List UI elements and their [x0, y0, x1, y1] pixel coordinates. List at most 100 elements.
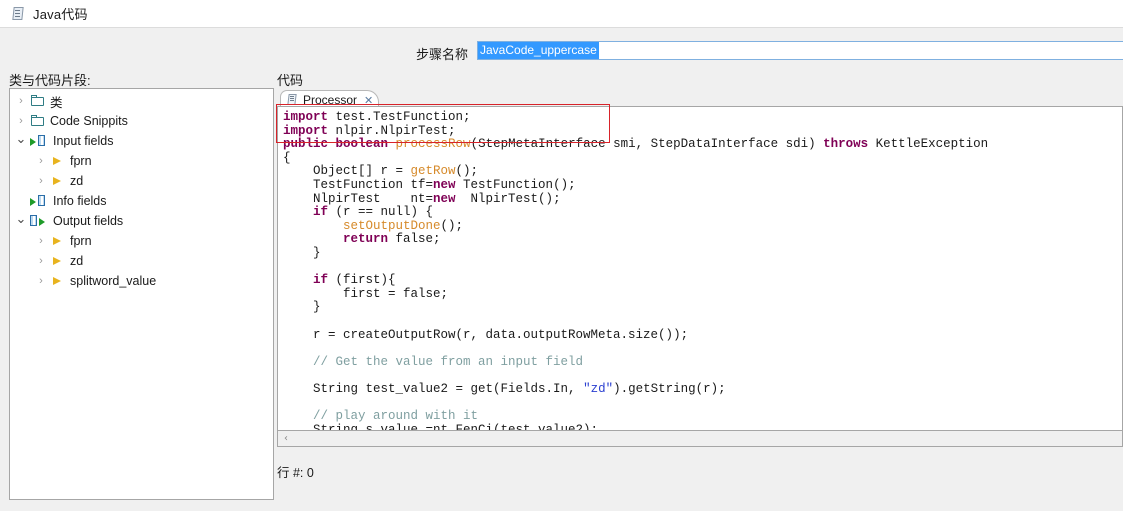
chevron-right-icon[interactable]: › [32, 255, 50, 267]
code-token: false; [388, 232, 441, 247]
code-token: new [433, 191, 456, 206]
window-titlebar: Java代码 [0, 0, 1123, 28]
code-token: (first){ [328, 273, 396, 288]
code-token: return [343, 232, 389, 247]
tree-item-splitword_value[interactable]: › splitword_value [10, 271, 273, 291]
tab-processor-label: Processor [303, 93, 358, 107]
code-editor-area[interactable]: import test.TestFunction; import nlpir.N… [277, 106, 1123, 431]
editor-horizontal-scrollbar[interactable]: ‹ [277, 431, 1123, 447]
classes-snippets-label: 类与代码片段: [9, 73, 91, 88]
chevron-right-icon[interactable]: › [12, 95, 30, 107]
code-token: test.TestFunction; [328, 110, 471, 124]
tree-item--[interactable]: › 类 [10, 91, 273, 111]
field-icon [50, 234, 66, 248]
field-icon [50, 174, 66, 188]
folder-icon [30, 94, 46, 108]
chevron-right-icon[interactable]: › [32, 275, 50, 287]
twisty-placeholder: › [12, 195, 30, 207]
code-token: (); [455, 164, 479, 179]
code-token: ).getString(r); [613, 381, 726, 396]
chevron-right-icon[interactable]: › [12, 115, 30, 127]
code-token: // play around with it [313, 409, 479, 424]
chevron-down-icon[interactable]: ⌄ [12, 131, 30, 147]
code-token: first = false; [283, 286, 449, 301]
code-token: (); [440, 218, 464, 233]
scrollbar-track[interactable] [294, 432, 1122, 446]
code-token: (StepMetaInterface smi, StepDataInterfac… [470, 137, 824, 152]
chevron-right-icon[interactable]: › [32, 155, 50, 167]
code-token: } [283, 245, 321, 260]
input-fields-icon [30, 134, 49, 148]
code-token: TestFunction tf= [283, 177, 434, 192]
tree-item-label: Code Snippits [50, 114, 128, 128]
scroll-left-icon[interactable]: ‹ [278, 432, 294, 446]
window-title: Java代码 [33, 7, 88, 22]
code-token: NlpirTest(); [455, 191, 561, 206]
field-icon [50, 154, 66, 168]
tree-item-label: zd [70, 254, 84, 268]
java-code-dialog: Java代码 步骤名称 JavaCode_uppercase 类与代码片段: 代… [0, 0, 1123, 511]
input-fields-icon [30, 194, 49, 208]
tree-item-fprn[interactable]: › fprn [10, 231, 273, 251]
chevron-right-icon[interactable]: › [32, 235, 50, 247]
code-token: import [283, 123, 329, 138]
close-icon[interactable]: ✕ [364, 95, 373, 106]
tree-item-output-fields[interactable]: ⌄ Output fields [10, 211, 273, 231]
editor-tabstrip: Processor ✕ [277, 88, 1123, 109]
code-token: String s_value =nt.FenCi(test_value2); [283, 422, 599, 431]
output-fields-icon [30, 214, 49, 228]
processor-file-icon [287, 94, 298, 106]
code-token: { [283, 150, 291, 165]
code-token: public boolean [283, 137, 389, 152]
tree-item-label: splitword_value [70, 274, 157, 288]
code-token: new [433, 177, 456, 192]
code-token: NlpirTest nt= [283, 191, 434, 206]
chevron-right-icon[interactable]: › [32, 175, 50, 187]
field-icon [50, 254, 66, 268]
chevron-down-icon[interactable]: ⌄ [12, 211, 30, 227]
code-token: nlpir.NlpirTest; [328, 123, 456, 138]
tree-item-fprn[interactable]: › fprn [10, 151, 273, 171]
row-number-status: 行 #: 0 [277, 466, 314, 480]
tree-item-label: Output fields [53, 214, 124, 228]
code-token: import [283, 110, 329, 124]
code-token: setOutputDone [343, 218, 441, 233]
code-token: if [313, 205, 329, 220]
tree-item-input-fields[interactable]: ⌄ Input fields [10, 131, 273, 151]
java-file-icon [11, 6, 25, 21]
tree-item-label: fprn [70, 234, 92, 248]
source-code[interactable]: import test.TestFunction; import nlpir.N… [278, 107, 1122, 431]
field-icon [50, 274, 66, 288]
tree-item-label: zd [70, 174, 84, 188]
code-token: TestFunction(); [455, 177, 576, 192]
code-label: 代码 [277, 73, 304, 88]
code-token: getRow [410, 164, 456, 179]
step-name-input[interactable] [477, 41, 1123, 60]
tree-item-label: Info fields [53, 194, 107, 208]
step-name-label: 步骤名称 [416, 47, 469, 62]
code-token: throws [823, 137, 869, 152]
code-token: if [313, 273, 329, 288]
tree-item-code-snippits[interactable]: › Code Snippits [10, 111, 273, 131]
code-token: "zd" [583, 381, 614, 396]
code-token: processRow [395, 137, 471, 152]
classes-and-snippets-tree[interactable]: ›类›Code Snippits⌄Input fields›fprn›zd›In… [9, 88, 274, 500]
tree-item-zd[interactable]: › zd [10, 171, 273, 191]
tree-list: ›类›Code Snippits⌄Input fields›fprn›zd›In… [10, 89, 273, 291]
code-token: String test_value2 = get(Fields.In, [283, 381, 584, 396]
tree-item-zd[interactable]: › zd [10, 251, 273, 271]
tree-item-label: 类 [50, 95, 63, 110]
code-token: } [283, 300, 321, 315]
tree-item-label: Input fields [53, 134, 114, 148]
tree-item-info-fields[interactable]: › Info fields [10, 191, 273, 211]
folder-icon [30, 114, 46, 128]
code-token: Object[] r = [283, 164, 411, 179]
code-token: KettleException [868, 137, 989, 152]
